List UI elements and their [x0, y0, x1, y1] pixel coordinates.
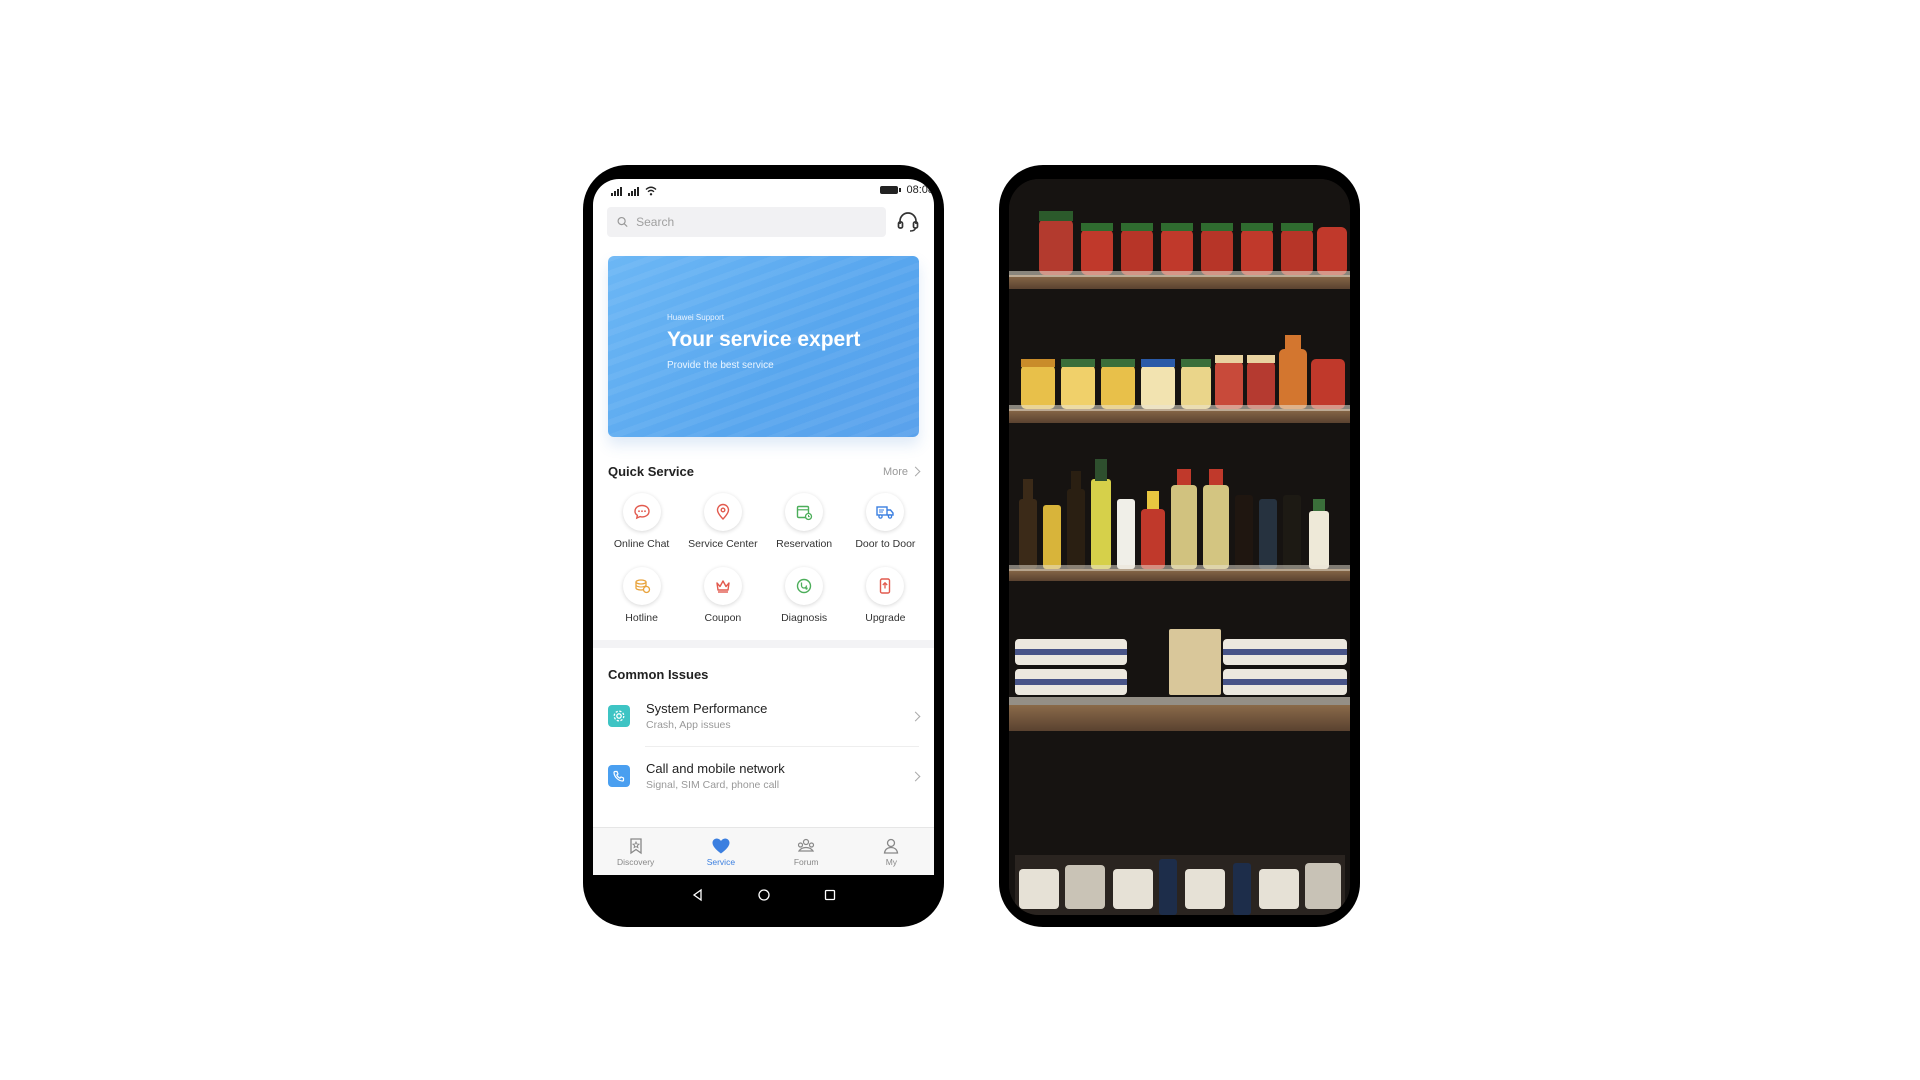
quick-service-grid: Online Chat Service Center Reservation D…: [593, 493, 934, 624]
quick-item-service-center[interactable]: Service Center: [682, 493, 763, 550]
recents-square-icon[interactable]: [823, 888, 837, 902]
calendar-icon: [785, 493, 824, 531]
tab-service[interactable]: Service: [678, 828, 763, 875]
quick-service-title: Quick Service: [608, 464, 694, 479]
issue-title: System Performance: [646, 701, 768, 716]
coins-stack-icon: [622, 567, 661, 605]
quick-item-hotline[interactable]: Hotline: [601, 567, 682, 624]
quick-service-header: Quick Service More: [593, 464, 934, 479]
forum-icon: [798, 838, 815, 852]
quick-item-door-to-door[interactable]: Door to Door: [845, 493, 926, 550]
banner-brand: Huawei Support: [667, 313, 724, 322]
quick-item-label: Diagnosis: [781, 612, 828, 624]
signal-icon: [628, 187, 639, 196]
quick-item-label: Service Center: [688, 538, 758, 550]
section-divider: [593, 640, 934, 648]
quick-item-upgrade[interactable]: Upgrade: [845, 567, 926, 624]
bookmark-star-icon: [629, 837, 642, 854]
quick-item-label: Reservation: [776, 538, 833, 550]
tab-label: Discovery: [616, 856, 655, 867]
chevron-right-icon: [910, 771, 921, 781]
banner-title: Your service expert: [667, 328, 861, 351]
status-time: 08:08: [906, 184, 934, 196]
issue-title: Call and mobile network: [646, 761, 785, 776]
common-issues-list: System Performance Crash, App issues Cal…: [593, 686, 934, 806]
crown-icon: [703, 567, 742, 605]
quick-item-coupon[interactable]: Coupon: [682, 567, 763, 624]
phone-right: [999, 165, 1360, 927]
tab-label: My: [885, 856, 898, 867]
quick-item-label: Online Chat: [613, 538, 670, 550]
more-label: More: [882, 465, 908, 478]
phone-call-icon: [608, 765, 630, 787]
issue-text: System Performance Crash, App issues: [646, 701, 912, 731]
headset-icon[interactable]: [896, 210, 920, 234]
stage: 08:08 Huawei S: [0, 0, 1920, 1080]
quick-item-reservation[interactable]: Reservation: [764, 493, 845, 550]
gear-icon: [608, 705, 630, 727]
status-right: 08:08: [880, 184, 934, 196]
quick-item-label: Coupon: [704, 612, 742, 624]
issue-call-and-mobile-network[interactable]: Call and mobile network Signal, SIM Card…: [593, 746, 934, 806]
stethoscope-icon: [785, 567, 824, 605]
phone-upgrade-icon: [866, 567, 905, 605]
status-bar: 08:08: [593, 179, 934, 201]
issue-subtitle: Signal, SIM Card, phone call: [646, 779, 780, 791]
tab-label: Service: [706, 856, 736, 867]
tab-my[interactable]: My: [849, 828, 934, 875]
signal-icon: [611, 187, 622, 196]
heart-icon: [712, 838, 730, 853]
search-bar[interactable]: [607, 207, 886, 237]
search-row: [593, 201, 934, 237]
quick-item-label: Upgrade: [865, 612, 906, 624]
issue-system-performance[interactable]: System Performance Crash, App issues: [593, 686, 934, 746]
chat-bubble-icon: [622, 493, 661, 531]
promo-banner[interactable]: Huawei Support Your service expert Provi…: [608, 256, 919, 437]
issue-subtitle: Crash, App issues: [646, 719, 731, 731]
issue-text: Call and mobile network Signal, SIM Card…: [646, 761, 912, 791]
chevron-right-icon: [910, 466, 921, 477]
back-triangle-icon[interactable]: [691, 888, 705, 902]
tab-label: Forum: [793, 856, 819, 867]
battery-icon: [880, 186, 902, 194]
more-link[interactable]: More: [882, 465, 921, 478]
bottom-tab-bar: Discovery Service Forum My: [593, 827, 934, 875]
grocery-shelves-image: [1009, 179, 1350, 915]
quick-item-online-chat[interactable]: Online Chat: [601, 493, 682, 550]
chevron-right-icon: [910, 711, 921, 721]
quick-item-label: Door to Door: [855, 538, 916, 550]
search-input[interactable]: [636, 215, 876, 229]
wifi-icon: [645, 186, 657, 196]
home-circle-icon[interactable]: [757, 888, 771, 902]
quick-item-label: Hotline: [625, 612, 658, 624]
location-pin-icon: [703, 493, 742, 531]
shelf-photo: [1009, 179, 1350, 915]
phone-left: 08:08 Huawei S: [583, 165, 944, 927]
tab-discovery[interactable]: Discovery: [593, 828, 678, 875]
signal-icons: [611, 184, 657, 196]
delivery-truck-icon: [866, 493, 905, 531]
tab-forum[interactable]: Forum: [764, 828, 849, 875]
banner-subtitle: Provide the best service: [667, 360, 774, 371]
system-nav-bar: [593, 875, 934, 915]
quick-item-diagnosis[interactable]: Diagnosis: [764, 567, 845, 624]
search-icon: [617, 216, 628, 228]
common-issues-title: Common Issues: [608, 667, 709, 682]
app-screen: 08:08 Huawei S: [593, 179, 934, 875]
person-icon: [884, 838, 899, 854]
